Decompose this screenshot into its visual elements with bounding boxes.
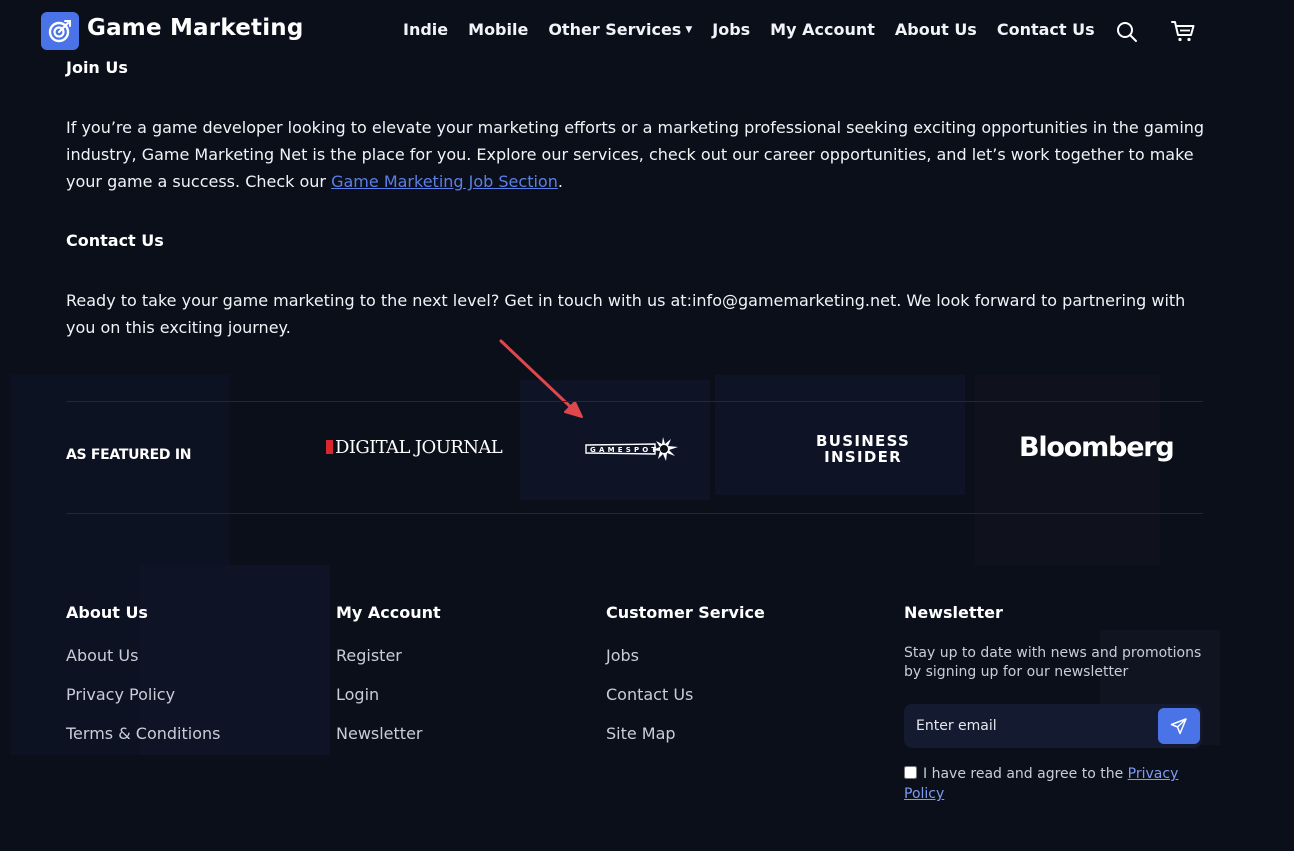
featured-label: AS FEATURED IN xyxy=(66,447,192,463)
join-us-suffix: . xyxy=(557,172,563,191)
email-input[interactable] xyxy=(904,704,1154,748)
chevron-down-icon: ▼ xyxy=(685,25,693,35)
footer-account-column: My Account Register Login Newsletter xyxy=(336,603,441,763)
nav-label: About Us xyxy=(894,20,977,39)
main-nav: Indie Mobile Other Services ▼ Jobs My Acc… xyxy=(403,20,1115,39)
join-us-text: If you’re a game developer looking to el… xyxy=(66,114,1206,195)
footer-link-login[interactable]: Login xyxy=(336,685,441,704)
business-insider-logo[interactable]: BUSINESS INSIDER xyxy=(816,433,910,465)
footer-link-newsletter[interactable]: Newsletter xyxy=(336,724,441,743)
nav-label: Other Services xyxy=(548,20,682,39)
nav-label: My Account xyxy=(770,20,875,39)
nav-label: Contact Us xyxy=(996,20,1095,39)
site-header: Game Marketing Indie Mobile Other Servic… xyxy=(0,0,1294,62)
featured-divider-bottom xyxy=(66,513,1203,514)
digital-journal-logo[interactable]: DIGITAL JOURNAL xyxy=(326,437,503,458)
footer-link-jobs[interactable]: Jobs xyxy=(606,646,765,665)
footer-link-privacy-policy[interactable]: Privacy Policy xyxy=(66,685,220,704)
footer-link-about-us[interactable]: About Us xyxy=(66,646,220,665)
logo-mark xyxy=(326,440,333,454)
logo-line: BUSINESS xyxy=(816,432,911,450)
nav-item-my-account[interactable]: My Account xyxy=(770,20,875,39)
footer-service-column: Customer Service Jobs Contact Us Site Ma… xyxy=(606,603,765,763)
join-us-body: If you’re a game developer looking to el… xyxy=(66,118,1205,191)
cart-icon[interactable] xyxy=(1170,18,1196,48)
footer-link-site-map[interactable]: Site Map xyxy=(606,724,765,743)
nav-label: Mobile xyxy=(468,20,529,39)
gamespot-logo[interactable]: GAMESPOT xyxy=(585,436,680,462)
logo-text: DIGITAL JOURNAL xyxy=(335,437,503,458)
contact-us-heading: Contact Us xyxy=(66,231,164,250)
nav-label: Indie xyxy=(403,20,449,39)
nav-label: Jobs xyxy=(712,20,751,39)
newsletter-section: Newsletter Stay up to date with news and… xyxy=(904,603,1204,802)
annotation-arrow xyxy=(495,335,590,429)
featured-divider-top xyxy=(66,401,1203,402)
nav-item-jobs[interactable]: Jobs xyxy=(712,20,750,39)
footer-link-terms[interactable]: Terms & Conditions xyxy=(66,724,220,743)
footer-about-column: About Us About Us Privacy Policy Terms &… xyxy=(66,603,220,763)
contact-us-text: Ready to take your game marketing to the… xyxy=(66,291,1186,337)
job-section-link[interactable]: Game Marketing Job Section xyxy=(331,172,558,191)
privacy-checkbox[interactable] xyxy=(904,766,917,779)
nav-item-other-services[interactable]: Other Services ▼ xyxy=(548,20,692,39)
logo-icon[interactable] xyxy=(41,12,79,50)
footer-column-title: Customer Service xyxy=(606,603,765,622)
nav-item-indie[interactable]: Indie xyxy=(403,20,448,39)
footer-column-title: About Us xyxy=(66,603,148,622)
logo-line: INSIDER xyxy=(824,448,902,466)
footer-link-contact-us[interactable]: Contact Us xyxy=(606,685,765,704)
consent-text: I have read and agree to the xyxy=(923,766,1128,782)
send-icon xyxy=(1170,718,1187,735)
newsletter-form xyxy=(904,704,1202,748)
footer-column-title: My Account xyxy=(336,603,441,622)
footer-link-register[interactable]: Register xyxy=(336,646,441,665)
nav-item-contact-us[interactable]: Contact Us xyxy=(997,20,1095,39)
send-button[interactable] xyxy=(1158,708,1200,744)
nav-item-about-us[interactable]: About Us xyxy=(895,20,977,39)
bloomberg-logo[interactable]: Bloomberg xyxy=(1019,432,1175,463)
newsletter-title: Newsletter xyxy=(904,603,1003,622)
join-us-heading: Join Us xyxy=(66,58,128,77)
background-block xyxy=(975,375,1160,565)
privacy-consent: I have read and agree to the Privacy Pol… xyxy=(904,764,1204,804)
search-icon[interactable] xyxy=(1115,20,1139,48)
gamespot-text: GAMESPOT xyxy=(590,446,659,454)
newsletter-description: Stay up to date with news and promotions… xyxy=(904,645,1202,680)
nav-item-mobile[interactable]: Mobile xyxy=(468,20,528,39)
brand-name[interactable]: Game Marketing xyxy=(87,15,304,41)
